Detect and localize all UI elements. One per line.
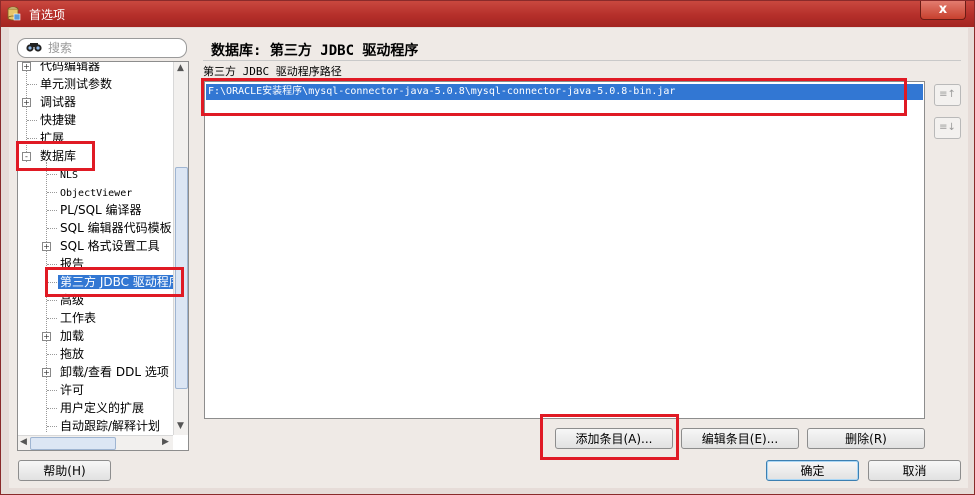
tree-item-nls[interactable]: NLS xyxy=(18,165,80,183)
tree-item-objectviewer[interactable]: ObjectViewer xyxy=(18,183,134,201)
divider xyxy=(203,60,961,61)
driver-path-label: 第三方 JDBC 驱动程序路径 xyxy=(203,65,342,78)
tree-item-sql-editor-templates[interactable]: SQL 编辑器代码模板 xyxy=(18,219,174,237)
move-down-icon: ≡↓ xyxy=(939,122,956,133)
scrollbar-thumb[interactable] xyxy=(30,437,116,450)
tree-item-debugger[interactable]: + 调试器 xyxy=(18,93,78,111)
tree-item-worksheet[interactable]: 工作表 xyxy=(18,309,98,327)
tree-item-database[interactable]: - 数据库 xyxy=(18,147,78,165)
tree-item-advanced[interactable]: 高级 xyxy=(18,291,86,309)
tree-horizontal-scrollbar[interactable]: ◀ ▶ xyxy=(18,435,173,450)
tree-item-autotrace[interactable]: 自动跟踪/解释计划 xyxy=(18,417,162,435)
search-input[interactable] xyxy=(48,40,178,55)
scroll-left-icon[interactable]: ◀ xyxy=(20,437,27,447)
move-up-icon: ≡↑ xyxy=(939,89,956,100)
scroll-down-icon[interactable]: ▼ xyxy=(177,421,184,431)
tree-item-unload-ddl[interactable]: + 卸载/查看 DDL 选项 xyxy=(18,363,171,381)
ok-button[interactable]: 确定 xyxy=(766,460,859,481)
preferences-dialog: 首选项 x + 代码编辑器 单元测试参数 + 调试 xyxy=(0,0,975,495)
tree-item-license[interactable]: 许可 xyxy=(18,381,86,399)
collapse-icon[interactable]: - xyxy=(22,152,31,161)
expand-icon[interactable]: + xyxy=(42,242,51,251)
edit-entry-button[interactable]: 编辑条目(E)... xyxy=(681,428,799,449)
tree-item-shortcut-keys[interactable]: 快捷键 xyxy=(18,111,78,129)
expand-icon[interactable]: + xyxy=(22,62,31,71)
help-button[interactable]: 帮助(H) xyxy=(18,460,111,481)
page-title: 数据库: 第三方 JDBC 驱动程序 xyxy=(211,43,419,59)
expand-icon[interactable]: + xyxy=(42,332,51,341)
tree-item-extensions[interactable]: 扩展 xyxy=(18,129,66,147)
title-bar: 首选项 x xyxy=(1,1,974,27)
close-icon: x xyxy=(938,2,948,17)
search-box[interactable] xyxy=(17,38,187,58)
dialog-body: + 代码编辑器 单元测试参数 + 调试器 快捷键 扩展 - 数据库 xyxy=(9,28,968,488)
expand-icon[interactable]: + xyxy=(22,98,31,107)
list-item[interactable]: F:\ORACLE安装程序\mysql-connector-java-5.0.8… xyxy=(206,84,923,100)
scrollbar-thumb[interactable] xyxy=(175,167,188,389)
scroll-up-icon[interactable]: ▲ xyxy=(177,63,184,73)
scroll-right-icon[interactable]: ▶ xyxy=(162,437,169,447)
cancel-button[interactable]: 取消 xyxy=(868,460,961,481)
tree-item-third-party-jdbc[interactable]: 第三方 JDBC 驱动程序 xyxy=(18,273,183,291)
tree-item-unit-test[interactable]: 单元测试参数 xyxy=(18,75,114,93)
delete-button[interactable]: 删除(R) xyxy=(807,428,925,449)
preferences-tree: + 代码编辑器 单元测试参数 + 调试器 快捷键 扩展 - 数据库 NLS Ob… xyxy=(17,61,189,451)
tree-item-sql-formatter[interactable]: + SQL 格式设置工具 xyxy=(18,237,162,255)
app-icon xyxy=(7,6,21,21)
move-down-button[interactable]: ≡↓ xyxy=(934,117,961,139)
close-button[interactable]: x xyxy=(920,1,966,20)
move-up-button[interactable]: ≡↑ xyxy=(934,84,961,106)
add-entry-button[interactable]: 添加条目(A)... xyxy=(555,428,673,449)
tree-item-reports[interactable]: 报告 xyxy=(18,255,86,273)
driver-path-list[interactable]: F:\ORACLE安装程序\mysql-connector-java-5.0.8… xyxy=(204,81,925,419)
window-title: 首选项 xyxy=(29,8,66,22)
tree-item-drag-drop[interactable]: 拖放 xyxy=(18,345,86,363)
binoculars-icon xyxy=(26,42,42,56)
tree-item-plsql-compiler[interactable]: PL/SQL 编译器 xyxy=(18,201,144,219)
tree-item-load[interactable]: + 加载 xyxy=(18,327,86,345)
tree-vertical-scrollbar[interactable]: ▲ ▼ xyxy=(173,62,188,435)
expand-icon[interactable]: + xyxy=(42,368,51,377)
tree-item-code-editor[interactable]: + 代码编辑器 xyxy=(18,62,102,75)
tree-item-user-defined-extensions[interactable]: 用户定义的扩展 xyxy=(18,399,146,417)
